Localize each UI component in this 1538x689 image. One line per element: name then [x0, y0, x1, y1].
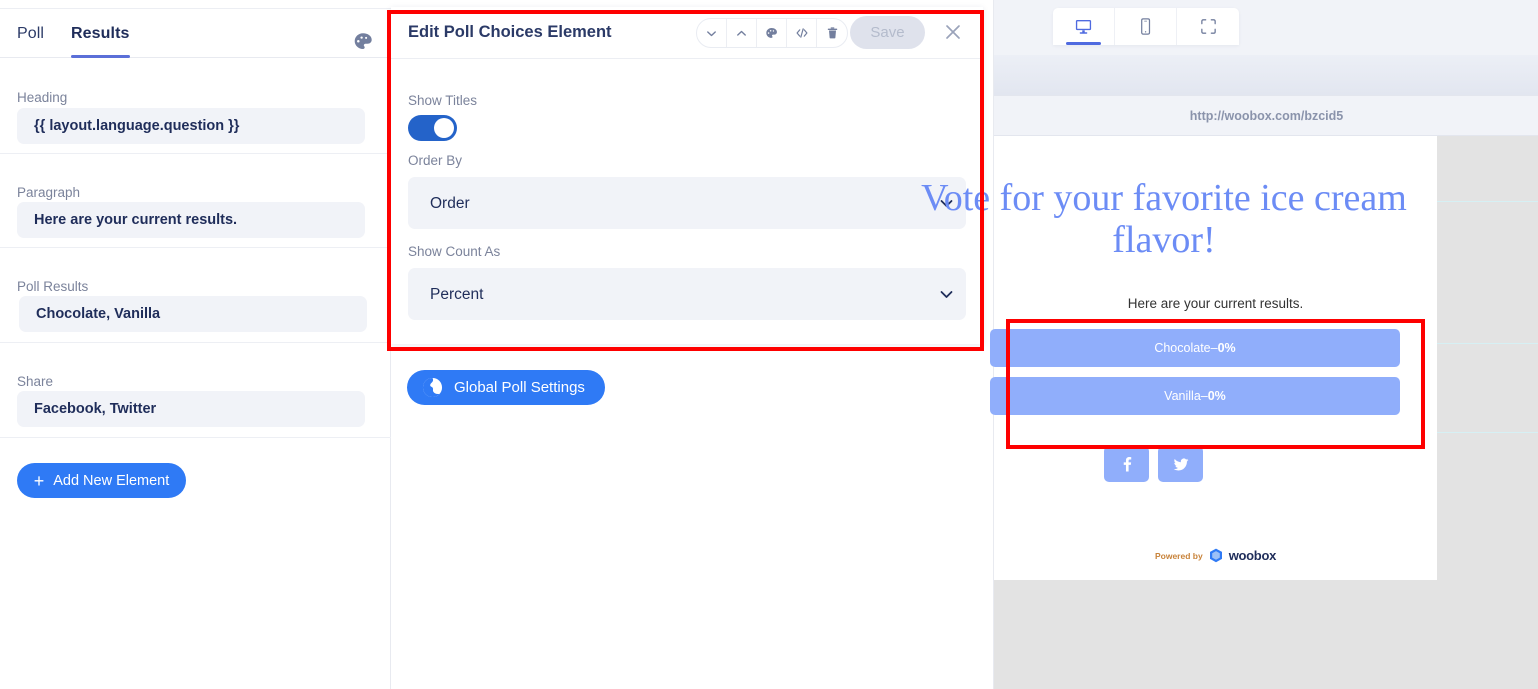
show-titles-label: Show Titles	[408, 93, 478, 108]
show-count-as-label: Show Count As	[408, 244, 501, 259]
facebook-icon[interactable]	[1104, 446, 1149, 482]
fullscreen-icon[interactable]	[1177, 8, 1239, 45]
field-value-paragraph[interactable]: Here are your current results.	[17, 202, 365, 238]
show-count-as-select-wrap: Percent	[408, 268, 966, 320]
desktop-icon-glyph	[1075, 20, 1092, 34]
field-row-share: Share Facebook, Twitter	[0, 343, 391, 438]
twitter-icon[interactable]	[1158, 446, 1203, 482]
poll-choice-percent: 0%	[1207, 389, 1226, 403]
modal-title: Edit Poll Choices Element	[408, 23, 612, 41]
woobox-wordmark: woobox	[1228, 548, 1277, 563]
poll-choice-label: Vanilla	[1164, 389, 1201, 403]
show-count-as-select[interactable]: Percent	[408, 268, 966, 320]
save-button[interactable]: Save	[850, 16, 925, 49]
sidebar-top-stub	[0, 0, 391, 9]
fullscreen-icon-glyph	[1200, 19, 1216, 34]
palette-icon-glyph	[766, 27, 777, 38]
globe-icon-glyph	[422, 377, 443, 398]
palette-icon-glyph	[354, 33, 372, 49]
powered-by-footer: Powered by woobox	[994, 548, 1437, 563]
field-row-heading: Heading {{ layout.language.question }}	[0, 58, 391, 154]
modal-header: Edit Poll Choices Element Save	[391, 7, 983, 59]
woobox-logo-icon	[1209, 548, 1223, 563]
trash-icon[interactable]	[817, 19, 847, 47]
editor-sidebar: Poll Results Heading {{ layout.language.…	[0, 0, 391, 689]
add-new-element-button[interactable]: + Add New Element	[17, 463, 186, 498]
device-toggle-bar	[1053, 8, 1239, 45]
poll-paragraph: Here are your current results.	[1127, 296, 1304, 311]
modal-icon-toolbar	[696, 18, 848, 48]
order-by-select-wrap: Order	[408, 177, 966, 229]
plus-icon: +	[33, 470, 45, 491]
close-icon[interactable]	[940, 19, 966, 45]
tab-results[interactable]: Results	[71, 9, 130, 58]
global-poll-settings-button[interactable]: Global Poll Settings	[407, 370, 605, 405]
palette-icon[interactable]	[757, 19, 787, 47]
chevron-down-icon-glyph	[707, 30, 716, 36]
mobile-icon[interactable]	[1115, 8, 1177, 45]
field-label-share: Share	[17, 374, 54, 389]
global-poll-settings-label: Global Poll Settings	[454, 379, 585, 396]
code-icon-glyph	[795, 28, 808, 38]
poll-heading: Vote for your favorite ice cream flavor!	[921, 177, 1407, 261]
twitter-icon-glyph	[1173, 458, 1188, 471]
field-label-poll-results: Poll Results	[17, 279, 89, 294]
field-label-heading: Heading	[17, 90, 68, 105]
preview-url: http://woobox.com/bzcid5	[1189, 108, 1344, 123]
field-value-share[interactable]: Facebook, Twitter	[17, 391, 365, 427]
field-row-poll-results: Poll Results Chocolate, Vanilla	[0, 248, 391, 343]
order-by-select[interactable]: Order	[408, 177, 966, 229]
mobile-icon-glyph	[1141, 18, 1151, 35]
preview-gradient-strip	[994, 55, 1538, 95]
poll-editor-app: Poll Results Heading {{ layout.language.…	[0, 0, 1538, 689]
poll-choice-bar[interactable]: Chocolate – 0%	[990, 329, 1400, 367]
preview-url-bar: http://woobox.com/bzcid5	[994, 95, 1538, 136]
preview-pane: http://woobox.com/bzcid5 Vote for your f…	[921, 0, 1538, 689]
palette-icon[interactable]	[351, 30, 375, 54]
poll-choice-separator: –	[1210, 341, 1218, 355]
chevron-down-icon[interactable]	[697, 19, 727, 47]
code-icon[interactable]	[787, 19, 817, 47]
poll-choice-separator: –	[1200, 389, 1208, 403]
preview-page-background: Vote for your favorite ice cream flavor!…	[921, 136, 1538, 689]
woobox-logo-icon-glyph	[1209, 548, 1222, 563]
poll-choice-percent: 0%	[1217, 341, 1236, 355]
order-by-label: Order By	[408, 153, 463, 168]
show-titles-toggle[interactable]	[408, 115, 457, 141]
poll-choice-label: Chocolate	[1154, 341, 1211, 355]
add-new-element-label: Add New Element	[53, 472, 170, 489]
editor-main-pane: Edit Poll Choices Element Save Show Titl…	[391, 0, 993, 689]
desktop-icon[interactable]	[1053, 8, 1115, 45]
field-value-poll-results[interactable]: Chocolate, Vanilla	[19, 296, 367, 332]
field-label-paragraph: Paragraph	[17, 185, 81, 200]
trash-icon-glyph	[827, 27, 837, 39]
tab-poll[interactable]: Poll	[17, 9, 44, 58]
edit-poll-choices-modal: Edit Poll Choices Element Save Show Titl…	[391, 7, 983, 344]
close-icon-glyph	[946, 25, 960, 39]
globe-icon	[422, 377, 443, 398]
chevron-up-icon-glyph	[737, 30, 746, 36]
chevron-up-icon[interactable]	[727, 19, 757, 47]
preview-page-card: Vote for your favorite ice cream flavor!…	[921, 136, 1437, 580]
facebook-icon-glyph	[1123, 457, 1131, 472]
field-row-paragraph: Paragraph Here are your current results.	[0, 154, 391, 248]
toggle-knob	[434, 118, 454, 138]
powered-by-label: Powered by	[1154, 550, 1203, 561]
sidebar-tabbar: Poll Results	[0, 9, 391, 58]
field-value-heading[interactable]: {{ layout.language.question }}	[17, 108, 365, 144]
poll-choice-bar[interactable]: Vanilla – 0%	[990, 377, 1400, 415]
